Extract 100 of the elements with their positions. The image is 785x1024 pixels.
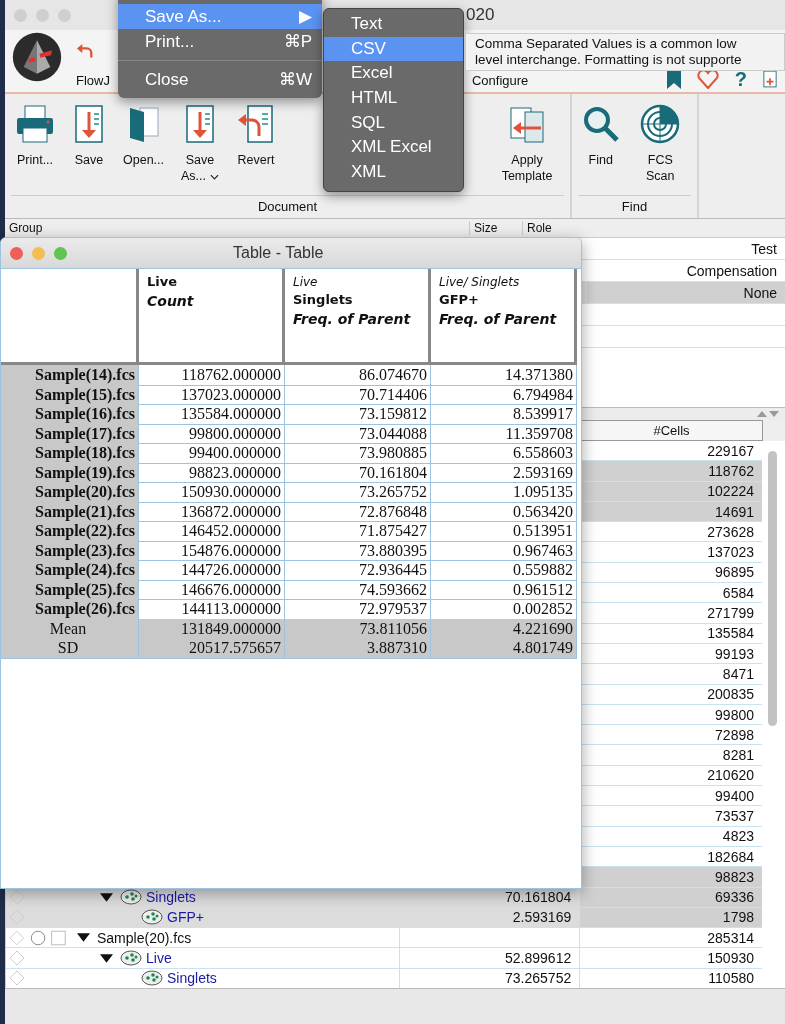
diamond-icon[interactable] bbox=[9, 889, 25, 906]
zoom-button[interactable] bbox=[54, 246, 67, 260]
ribbon-tab[interactable]: FlowJ bbox=[76, 73, 110, 92]
gate-name-label: Singlets bbox=[293, 291, 354, 309]
menu-item[interactable]: Print... ⌘P bbox=[118, 29, 322, 54]
row-header: Sample(14).fcs bbox=[1, 365, 139, 386]
table-cell: 137023.000000 bbox=[139, 384, 285, 405]
table-cell: 72.876848 bbox=[285, 501, 431, 522]
ribbon-group-label: Document bbox=[11, 195, 564, 218]
gate-path-label: Live/ Singlets bbox=[439, 274, 521, 291]
table-cell[interactable]: 73537 bbox=[580, 806, 762, 826]
menu-item[interactable]: Text bbox=[324, 12, 463, 37]
table-cell[interactable]: 72898 bbox=[580, 725, 762, 745]
table-cell[interactable]: 98823 bbox=[580, 867, 762, 887]
table-cell[interactable]: 99800 bbox=[580, 704, 762, 725]
table-cell[interactable]: 69336 bbox=[580, 887, 762, 907]
tree-item-label[interactable]: Live bbox=[146, 950, 172, 967]
table-cell: 146452.000000 bbox=[139, 521, 285, 542]
table-cell: 6.558603 bbox=[431, 443, 577, 464]
close-button[interactable] bbox=[10, 246, 23, 260]
table-cell[interactable]: 99400 bbox=[580, 786, 762, 806]
table-cell: 2.593169 bbox=[512, 909, 572, 926]
toolbar-button[interactable]: Print... bbox=[15, 104, 55, 168]
splitter-arrows-icon[interactable] bbox=[757, 410, 779, 418]
help-icon[interactable]: ? bbox=[734, 69, 747, 89]
add-document-icon[interactable] bbox=[763, 69, 777, 89]
template-icon bbox=[507, 104, 547, 144]
toolbar-button[interactable]: Save bbox=[69, 104, 109, 168]
table-cell[interactable]: Compensation bbox=[587, 260, 785, 281]
table-cell: 135584.000000 bbox=[139, 404, 285, 425]
table-cell: 72.936445 bbox=[285, 560, 431, 581]
menu-item[interactable]: XML bbox=[324, 160, 463, 185]
toolbar-button[interactable]: FCS Scan bbox=[633, 104, 687, 184]
toolbar-button[interactable]: Open... bbox=[123, 104, 164, 168]
table-cell[interactable]: 1798 bbox=[580, 907, 762, 928]
table-cell: 73.980885 bbox=[285, 443, 431, 464]
table-cell[interactable]: 273628 bbox=[580, 522, 762, 542]
table-cell[interactable]: None bbox=[587, 282, 785, 303]
table-cell[interactable]: 99193 bbox=[580, 643, 762, 664]
tooltip: Comma Separated Values is a common low level interchange. Formatting is not supporte bbox=[465, 33, 785, 71]
toolbar-button[interactable]: Find bbox=[582, 104, 620, 168]
table-cell: 1.095135 bbox=[431, 482, 577, 503]
diamond-icon[interactable] bbox=[9, 970, 25, 987]
ribbon-group-label: Find bbox=[578, 195, 691, 218]
table-cell[interactable]: 118762 bbox=[580, 461, 762, 481]
column-header[interactable]: #Cells bbox=[580, 420, 763, 441]
table-cell[interactable]: 182684 bbox=[580, 846, 762, 867]
tree-item-label[interactable]: Singlets bbox=[146, 889, 196, 906]
app-logo-icon[interactable] bbox=[12, 32, 62, 82]
tree-item-label[interactable]: Sample(20).fcs bbox=[97, 929, 192, 946]
table-cell[interactable]: 271799 bbox=[580, 603, 762, 623]
minimize-button[interactable] bbox=[32, 246, 45, 260]
toolbar-button[interactable]: Revert bbox=[236, 104, 276, 168]
revert-document-icon bbox=[236, 104, 276, 144]
table-cell[interactable]: 4823 bbox=[580, 826, 762, 846]
table-cell: 20517.575657 bbox=[139, 638, 285, 659]
table-cell[interactable]: 200835 bbox=[580, 684, 762, 704]
column-header[interactable]: Role bbox=[522, 221, 552, 235]
table-cell[interactable]: 210620 bbox=[580, 765, 762, 786]
table-cell[interactable]: 6584 bbox=[580, 583, 762, 603]
table-cell[interactable]: 150930 bbox=[580, 948, 762, 968]
tree-item-label[interactable]: Singlets bbox=[167, 970, 217, 987]
row-header: Sample(20).fcs bbox=[1, 482, 139, 503]
toolbar-button[interactable]: Save As... bbox=[178, 104, 222, 184]
table-cell: 0.563420 bbox=[431, 501, 577, 522]
row-header: Sample(26).fcs bbox=[1, 599, 139, 620]
table-cell: 70.714406 bbox=[285, 384, 431, 405]
table-cell[interactable]: 135584 bbox=[580, 623, 762, 643]
table-cell: 74.593662 bbox=[285, 579, 431, 600]
column-header[interactable]: Group bbox=[5, 221, 469, 235]
menu-item[interactable]: Close ⌘W bbox=[118, 67, 322, 92]
toolbar-button[interactable]: Apply Template bbox=[494, 104, 560, 184]
table-cell[interactable]: 96895 bbox=[580, 562, 762, 583]
table-cell[interactable]: 8281 bbox=[580, 745, 762, 765]
menu-item[interactable]: XML Excel bbox=[324, 135, 463, 161]
gate-icon bbox=[120, 950, 142, 967]
column-header[interactable]: Size bbox=[469, 221, 522, 235]
scrollbar-thumb[interactable] bbox=[768, 451, 777, 726]
tree-item-label[interactable]: GFP+ bbox=[167, 909, 204, 926]
menu-item[interactable]: HTML bbox=[324, 86, 463, 111]
expand-triangle-icon[interactable] bbox=[100, 892, 113, 902]
ribbon-tab[interactable]: Configure bbox=[471, 73, 529, 92]
heart-icon[interactable] bbox=[696, 69, 719, 89]
table-cell[interactable]: 8471 bbox=[580, 664, 762, 684]
expand-triangle-icon[interactable] bbox=[77, 933, 90, 943]
row-header: SD bbox=[1, 638, 139, 659]
table-cell: 8.539917 bbox=[431, 404, 577, 425]
table-cell: 73.159812 bbox=[285, 404, 431, 425]
expand-triangle-icon[interactable] bbox=[100, 953, 113, 963]
table-cell: 6.794984 bbox=[431, 384, 577, 405]
table-cell[interactable]: 137023 bbox=[580, 542, 762, 562]
table-cell[interactable]: 229167 bbox=[580, 441, 762, 461]
table-cell[interactable]: 110580 bbox=[580, 968, 762, 988]
table-cell[interactable]: 285314 bbox=[580, 928, 762, 948]
table-cell: 144726.000000 bbox=[139, 560, 285, 581]
table-cell[interactable]: Test bbox=[587, 238, 785, 259]
menu-item[interactable]: Excel bbox=[324, 61, 463, 87]
diamond-icon[interactable] bbox=[9, 950, 25, 967]
window-title: Table - Table bbox=[233, 244, 324, 262]
menu-item[interactable]: SQL bbox=[324, 110, 463, 136]
